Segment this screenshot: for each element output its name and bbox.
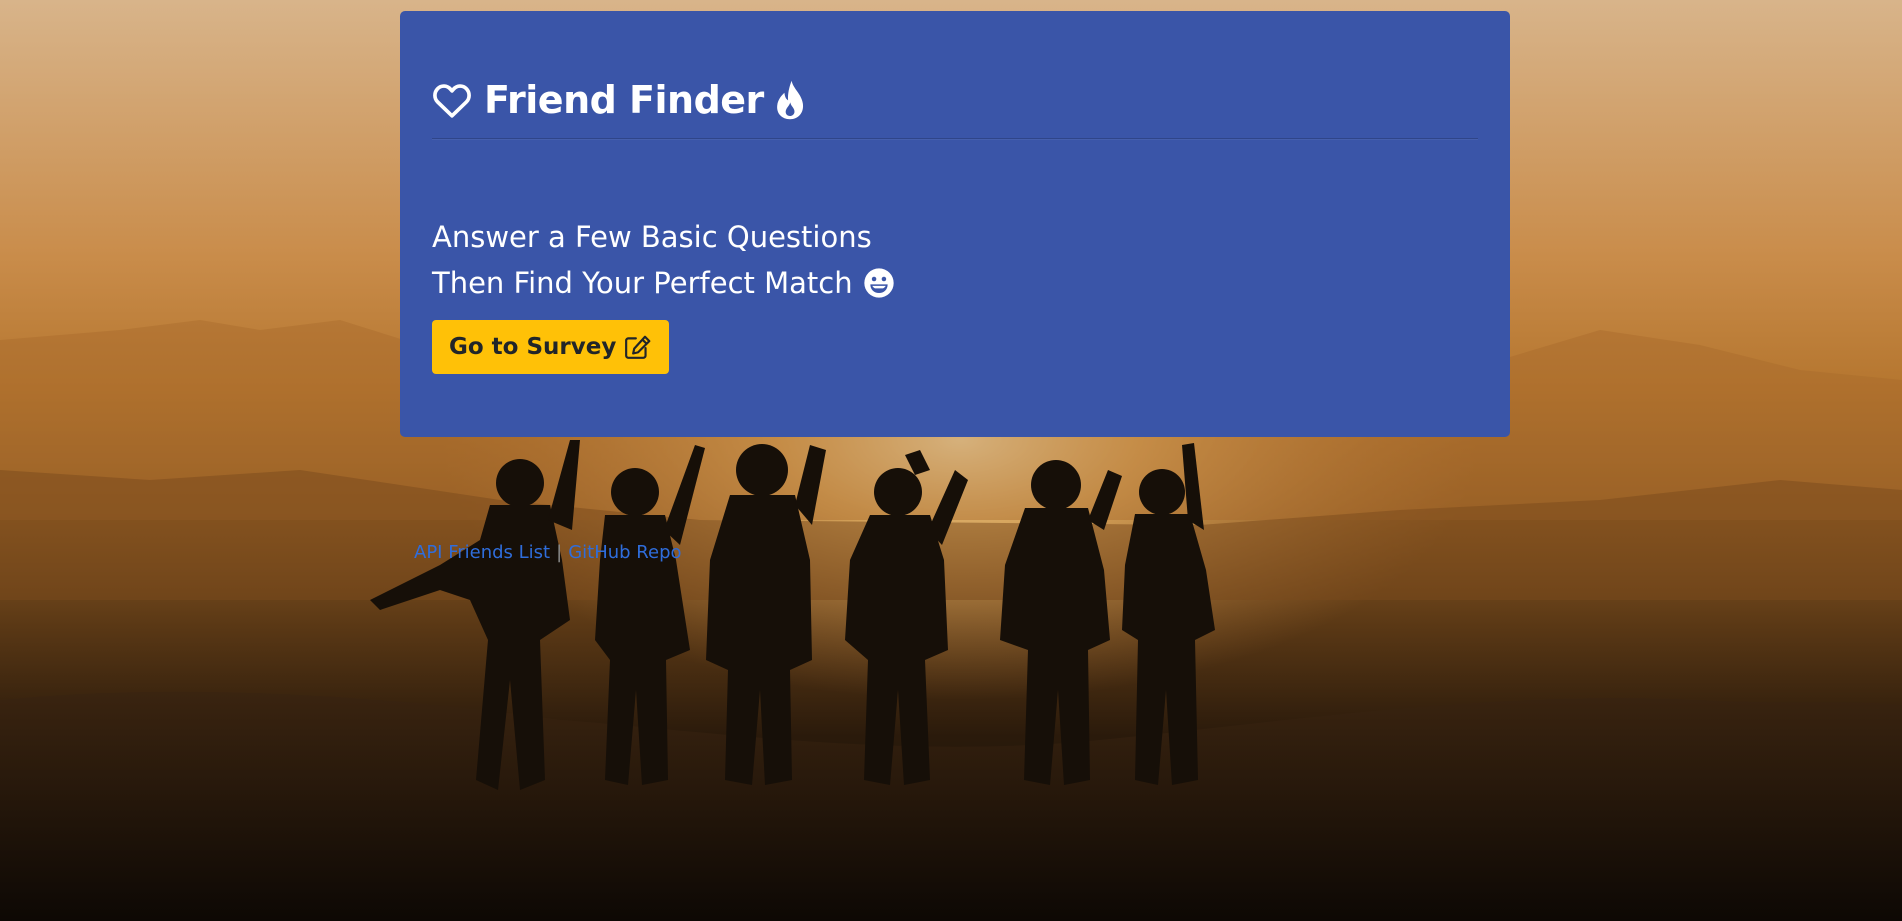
github-repo-link[interactable]: GitHub Repo	[568, 542, 681, 563]
go-to-survey-button[interactable]: Go to Survey	[432, 320, 670, 374]
fire-icon	[774, 79, 806, 121]
lead-line-2-text: Then Find Your Perfect Match	[432, 266, 853, 300]
lead-line-1: Answer a Few Basic Questions	[432, 220, 872, 254]
page-title: Friend Finder	[432, 79, 806, 121]
jumbotron-card: Friend Finder Answer a Few Basic Questio…	[400, 11, 1510, 437]
lead-line-2: Then Find Your Perfect Match	[432, 260, 895, 306]
lead-text: Answer a Few Basic Questions Then Find Y…	[432, 214, 895, 306]
heart-outline-icon	[432, 81, 472, 119]
page-title-text: Friend Finder	[484, 78, 764, 122]
edit-icon	[624, 334, 652, 360]
divider	[432, 138, 1478, 140]
link-separator: |	[556, 542, 563, 563]
go-to-survey-label: Go to Survey	[449, 334, 617, 360]
grinning-face-icon	[863, 267, 895, 299]
footer-links: API Friends List | GitHub Repo	[414, 542, 682, 563]
api-friends-list-link[interactable]: API Friends List	[414, 542, 550, 563]
